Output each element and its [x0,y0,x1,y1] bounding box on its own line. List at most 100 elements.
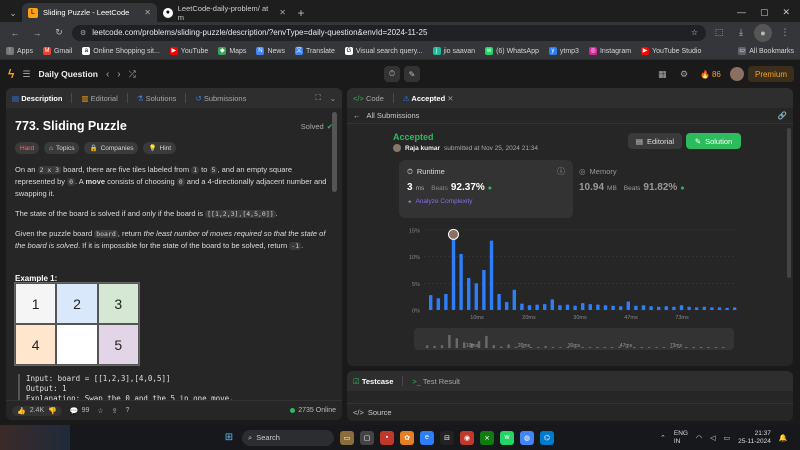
leetcode-logo-icon[interactable]: ϟ [8,67,14,81]
premium-button[interactable]: Premium [747,66,794,82]
bookmark-translate[interactable]: 文 Translate [294,47,335,55]
solution-button[interactable]: ✎ Solution [686,133,741,149]
back-to-submissions[interactable]: ← All Submissions 🔗 [347,108,793,124]
chrome-icon[interactable]: ◍ [520,430,534,445]
back-icon[interactable]: ← [6,24,24,42]
media-icon[interactable]: ◉ [460,430,474,445]
bookmark-shopping[interactable]: a Online Shopping sit... [82,47,160,55]
close-tab-icon[interactable]: ✕ [279,8,286,17]
task-view-icon[interactable]: ▢ [360,430,374,445]
whatsapp-taskbar-icon[interactable]: w [500,430,514,445]
tab-search-icon[interactable]: ⌄ [4,4,22,22]
tab-submissions[interactable]: ↺ Submissions [195,94,246,103]
tab-github[interactable]: ● LeetCode-daily-problem/ at m ✕ [157,3,292,22]
memory-card[interactable]: ◎ Memory 10.94 MB Beats 91.82% ● [573,160,741,218]
window-close-icon[interactable]: ✕ [782,7,790,18]
user-avatar[interactable] [730,67,744,81]
browser-menu-icon[interactable]: ⋮ [776,24,794,42]
next-problem-icon[interactable]: › [117,69,120,80]
timer-icon[interactable]: ⏱ [384,66,400,82]
profile-avatar-icon[interactable]: ● [754,23,772,42]
tab-test-result[interactable]: >_ Test Result [412,377,460,386]
hint-tag[interactable]: 💡 Hint [143,142,177,154]
source-bar[interactable]: </> Source [347,403,793,421]
bookmark-gmail[interactable]: M Gmail [42,47,72,55]
layout-icon[interactable]: ▦ [658,69,667,80]
bookmark-visual-search[interactable]: G Visual search query... [344,47,423,55]
copilot-icon[interactable]: ✿ [400,430,414,445]
scrollbar[interactable] [332,112,337,192]
bookmark-star-icon[interactable]: ☆ [691,28,698,37]
author-name[interactable]: Raja kumar [405,145,440,152]
tray-chevron-icon[interactable]: ⌃ [660,434,666,442]
shuffle-icon[interactable]: ⤮ [129,69,136,80]
daily-question-title[interactable]: Daily Question [38,69,98,79]
notification-bell-icon[interactable]: 🔔 [779,434,788,442]
bookmark-instagram[interactable]: ◎ Instagram [588,47,631,55]
edge-icon[interactable]: e [420,430,434,445]
help-icon[interactable]: ? [126,407,130,414]
app-icon[interactable]: ▪ [380,430,394,445]
weather-widget[interactable] [0,425,70,450]
bookmark-jiosaavan[interactable]: j jio saavan [432,47,475,55]
url-field[interactable]: ⚙ leetcode.com/problems/sliding-puzzle/d… [72,24,706,41]
tab-leetcode[interactable]: L Sliding Puzzle - LeetCode ✕ [22,3,157,22]
analyze-complexity-link[interactable]: ✦ Analyze Complexity [407,198,473,206]
wifi-icon[interactable]: ◠ [696,434,702,442]
tab-testcase[interactable]: ☑ Testcase [353,377,393,386]
tab-accepted[interactable]: ⚠ Accepted ✕ [403,94,454,103]
bookmark-youtube-studio[interactable]: ▶ YouTube Studio [641,47,701,55]
tab-editorial[interactable]: ▥ Editorial [81,94,117,103]
reload-icon[interactable]: ↻ [50,24,68,42]
bookmark-maps[interactable]: ◆ Maps [218,47,246,55]
streak-counter[interactable]: 🔥 86 [700,70,721,79]
difficulty-badge[interactable]: Hard [15,142,40,154]
new-tab-button[interactable]: + [292,4,310,22]
all-bookmarks[interactable]: ▭ All Bookmarks [738,47,794,55]
topics-tag[interactable]: ⌂ Topics [44,142,80,154]
star-icon[interactable]: ☆ [97,407,103,415]
histogram-bar [649,306,653,310]
file-explorer-icon[interactable]: ▭ [340,430,354,445]
battery-icon[interactable]: ▭ [723,434,730,442]
editorial-button[interactable]: ▤ Editorial [628,133,682,149]
notes-icon[interactable]: ✎ [404,66,420,82]
comments-button[interactable]: 💬 99 [70,407,90,415]
bookmark-ytmp3[interactable]: y ytmp3 [548,47,579,55]
tab-solutions[interactable]: ⚗ Solutions [137,94,177,103]
mini-x-label: 20ms [518,343,531,349]
site-info-icon[interactable]: ⚙ [80,29,86,37]
problem-list-icon[interactable]: ☰ [22,69,30,80]
windows-start-icon[interactable]: ⊞ [222,431,236,445]
forward-icon[interactable]: → [28,24,46,42]
minimize-icon[interactable]: — [737,7,746,18]
scrollbar[interactable] [787,128,791,278]
downloads-icon[interactable]: ⤓ [732,24,750,42]
bookmark-whatsapp[interactable]: w (6) WhatsApp [485,47,539,55]
runtime-range-slider[interactable]: 10ms 20ms 30ms 47ms 73ms [414,328,734,350]
share-icon[interactable]: ⇪ [112,407,118,415]
tab-description[interactable]: ▤ Description [12,94,62,103]
tab-code[interactable]: </> Code [353,94,384,103]
info-icon[interactable]: ⓘ [557,166,565,177]
xbox-icon[interactable]: ⨯ [480,430,494,445]
bookmark-news[interactable]: N News [256,47,285,55]
settings-gear-icon[interactable]: ⚙ [680,69,688,80]
taskbar-search[interactable]: ⌕ Search [242,429,334,446]
volume-icon[interactable]: ◁ [710,434,715,442]
collapse-icon[interactable]: ⌄ [330,94,336,103]
bookmark-apps[interactable]: ⋮ Apps [6,47,33,55]
maximize-icon[interactable]: ▢ [760,7,769,18]
language-indicator[interactable]: ENG IN [674,430,688,446]
expand-icon[interactable]: ⛶ [315,93,320,103]
companies-tag[interactable]: 🔒 Companies [84,142,139,154]
runtime-card[interactable]: ⏱ Runtime ⓘ 3 ms Beats 92.37% ● ✦ Analyze … [399,160,573,218]
store-icon[interactable]: ⊟ [440,430,454,445]
prev-problem-icon[interactable]: ‹ [106,69,109,80]
bookmark-youtube[interactable]: ▶ YouTube [169,47,208,55]
vscode-icon[interactable]: ⌬ [540,430,554,445]
extensions-icon[interactable]: ⬚ [710,24,728,42]
close-tab-icon[interactable]: ✕ [144,8,151,17]
like-button[interactable]: 👍 2.4K 👎 [12,405,62,416]
clock[interactable]: 21:37 25-11-2024 [738,430,771,446]
